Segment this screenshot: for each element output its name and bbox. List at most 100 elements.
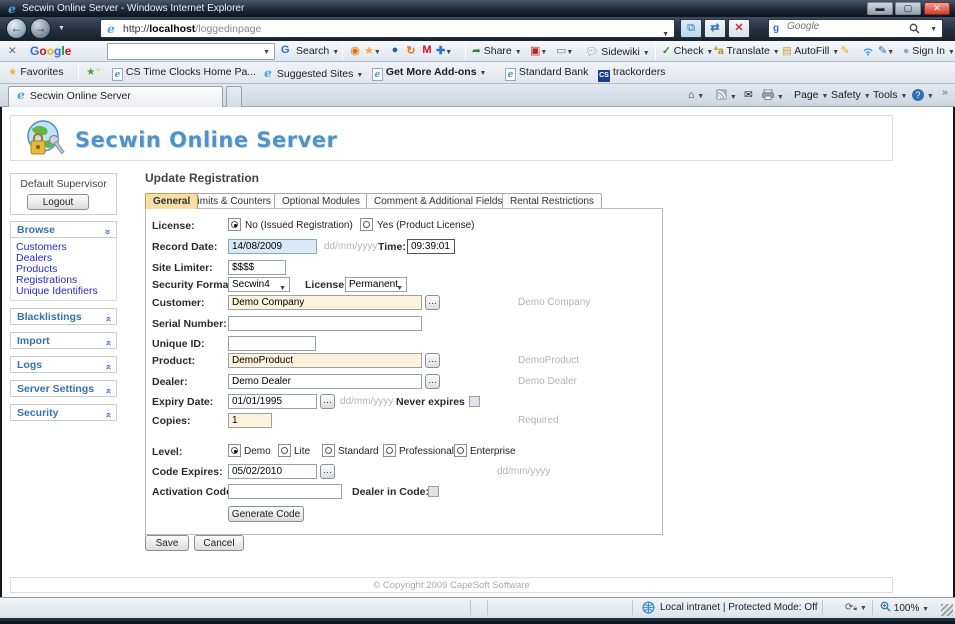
sidebar-section-logs[interactable]: Logs« [10,356,117,373]
sidebar-section-server-settings[interactable]: Server Settings« [10,380,117,397]
customer-input[interactable] [228,295,422,310]
copies-input[interactable] [228,413,272,428]
search-input[interactable] [787,21,907,32]
overflow-chevron-icon[interactable]: » [942,86,948,98]
compatibility-view-button[interactable]: ⧉ [680,19,702,38]
highlighter-icon[interactable]: ✎ [838,44,852,57]
tab-comment-additional-fields[interactable]: Comment & Additional Fields [366,193,510,209]
record-date-input[interactable] [228,239,317,254]
wifi-icon[interactable] [862,44,876,56]
add-gadget-icon[interactable]: ✚▼ [436,44,450,57]
address-bar[interactable]: e http://localhost/loggedinpage ▼ [100,19,675,38]
search-box[interactable]: g ▼ [768,19,943,38]
toolbar-search-dropdown-icon[interactable]: ▼ [263,49,270,56]
safety-menu[interactable]: Safety ▼ [831,89,871,101]
level-enterprise-radio[interactable] [454,444,467,457]
sidebar-section-security[interactable]: Security« [10,404,117,421]
toolbar-options-icon[interactable]: ✎▼ [878,44,892,57]
level-lite-radio[interactable] [278,444,291,457]
customer-lookup-button[interactable]: … [425,295,440,310]
sidebar-section-browse[interactable]: Browse« [10,221,117,238]
home-button[interactable]: ⌂ ▼ [688,89,704,101]
serial-number-input[interactable] [228,316,422,331]
stop-button[interactable]: ✕ [728,19,750,38]
resize-grip[interactable] [941,604,953,616]
new-tab-stub[interactable] [226,86,242,107]
license-yes-radio[interactable] [360,218,373,231]
favorite-item-cs-time-clocks[interactable]: e CS Time Clocks Home Pa... [112,66,256,81]
minimize-button[interactable]: ▬ [867,2,893,15]
favorite-item-get-more-addons[interactable]: e Get More Add-ons ▼ [372,66,486,81]
refresh-button[interactable]: ⇄ [704,19,726,38]
expiry-date-calendar-button[interactable]: … [320,394,335,409]
history-dropdown-icon[interactable]: ▼ [58,25,65,32]
sidebar-link-products[interactable]: Products [16,264,116,274]
autofill-button[interactable]: ▤ AutoFill ▼ [782,45,839,57]
search-dropdown-icon[interactable]: ▼ [930,26,937,33]
tools-menu[interactable]: Tools ▼ [873,89,907,101]
level-standard-radio[interactable] [322,444,335,457]
maximize-button[interactable]: ▢ [895,2,921,15]
tab-limits-counters[interactable]: Limits & Counters [184,193,279,209]
code-expires-calendar-button[interactable]: … [320,464,335,479]
snapshot-icon[interactable]: ▣▼ [530,44,544,57]
never-expires-checkbox[interactable] [469,396,480,407]
web-history-icon[interactable]: ● [388,44,402,56]
recycle-icon[interactable]: ↻ [404,44,418,57]
back-button[interactable]: ← [6,18,27,39]
logout-button[interactable]: Logout [27,194,89,210]
bookmarks-icon[interactable]: ★▼ [364,44,378,57]
toolbar-search-input[interactable]: ▼ [107,43,275,60]
toolbar-close-icon[interactable]: ✕ [8,45,17,57]
share-button[interactable]: ➦ Share ▼ [472,45,522,57]
forward-button[interactable]: → [30,18,51,39]
security-format-select[interactable]: Secwin4▼ [228,277,290,292]
save-button[interactable]: Save [145,535,189,551]
sidebar-link-registrations[interactable]: Registrations [16,275,116,285]
tab-optional-modules[interactable]: Optional Modules [274,193,368,209]
search-magnifier-icon[interactable] [909,23,920,34]
sidebar-link-dealers[interactable]: Dealers [16,253,116,263]
print-button[interactable]: ▼ [762,89,784,102]
pagerank-icon[interactable]: ◉ [348,44,362,57]
tab-rental-restrictions[interactable]: Rental Restrictions [502,193,602,209]
cancel-button[interactable]: Cancel [194,535,244,551]
zoom-control[interactable]: 100% ▼ [880,601,929,614]
license-no-radio[interactable] [228,218,241,231]
protected-mode-icon[interactable]: ⟳🔒︎ ▼ [845,602,867,613]
tab-secwin-online-server[interactable]: e Secwin Online Server [8,86,223,107]
popup-blocker-icon[interactable]: ▭▼ [556,44,570,57]
expiry-date-input[interactable] [228,394,317,409]
tab-general[interactable]: General [145,193,198,209]
check-button[interactable]: ✓ Check ▼ [662,45,713,57]
gmail-icon[interactable]: M [420,44,434,56]
sidewiki-button[interactable]: 💬︎ Sidewiki ▼ [585,45,650,58]
unique-id-input[interactable] [228,336,316,351]
sidebar-section-import[interactable]: Import« [10,332,117,349]
sidebar-section-blacklistings[interactable]: Blacklistings« [10,308,117,325]
help-button[interactable]: ? ▼ [912,89,934,101]
add-favorite-icon[interactable]: ★⁺ [86,66,101,78]
product-lookup-button[interactable]: … [425,353,440,368]
site-limiter-input[interactable] [228,260,286,275]
generate-code-button[interactable]: Generate Code [228,506,304,522]
dealer-lookup-button[interactable]: … [425,374,440,389]
favorite-item-trackorders[interactable]: CS trackorders [598,66,665,82]
feeds-button[interactable]: ▼ [716,89,737,102]
toolbar-search-button[interactable]: Search ▼ [296,45,339,57]
favorites-button[interactable]: ★ Favorites [8,66,64,78]
license-type-select[interactable]: Permanent▼ [345,277,407,292]
page-menu[interactable]: Page ▼ [794,89,828,101]
dealer-in-code-checkbox[interactable] [428,486,439,497]
code-expires-input[interactable] [228,464,317,479]
product-input[interactable] [228,353,422,368]
close-button[interactable]: ✕ [924,2,950,15]
sidebar-link-customers[interactable]: Customers [16,242,116,252]
sign-in-button[interactable]: ● Sign In ▼ [903,45,955,57]
time-input[interactable] [407,239,455,254]
dealer-input[interactable] [228,374,422,389]
favorite-item-standard-bank[interactable]: e Standard Bank [505,66,588,81]
level-professional-radio[interactable] [383,444,396,457]
favorite-item-suggested-sites[interactable]: e Suggested Sites ▼ [262,66,363,80]
activation-code-input[interactable] [228,484,342,499]
